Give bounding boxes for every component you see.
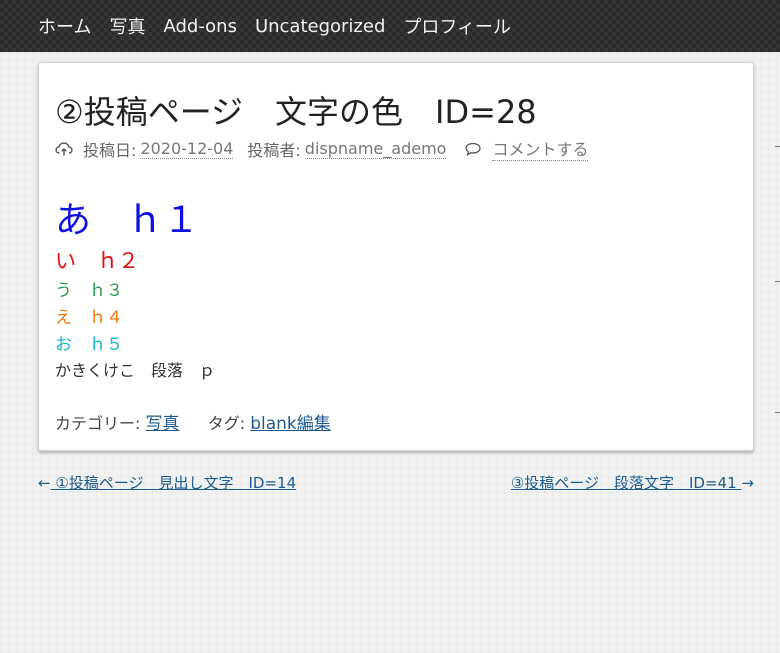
tag-label: タグ: — [207, 414, 246, 433]
post-meta: 投稿日: 2020-12-04 投稿者: dispname_ademo コメント… — [55, 136, 589, 161]
nav-item-uncategorized[interactable]: Uncategorized — [255, 16, 385, 37]
date-label: 投稿日: — [83, 140, 137, 160]
author-label: 投稿者: — [247, 140, 301, 160]
nav-item-photos[interactable]: 写真 — [109, 13, 145, 39]
main-navigation: ホーム 写真 Add-ons Uncategorized プロフィール — [0, 0, 780, 52]
content-paragraph: かきくけこ 段落 ｐ — [55, 361, 216, 380]
category-label: カテゴリー: — [55, 414, 141, 433]
comment-link[interactable]: コメントする — [492, 136, 589, 161]
tag-link[interactable]: blank編集 — [250, 414, 331, 434]
nav-item-profile[interactable]: プロフィール — [403, 13, 511, 39]
content-heading-1: あ ｈ１ — [55, 200, 200, 241]
cloud-upload-icon — [55, 141, 73, 157]
arrow-left-icon: ← — [38, 474, 51, 492]
previous-post-link[interactable]: ← ①投稿ページ 見出し文字 ID=14 — [38, 472, 296, 493]
speech-bubble-icon — [464, 141, 482, 157]
nav-item-addons[interactable]: Add-ons — [163, 16, 236, 37]
arrow-right-icon: → — [741, 474, 754, 492]
next-post-title: ③投稿ページ 段落文字 ID=41 — [510, 474, 737, 492]
edge-mark — [775, 412, 780, 413]
post-title: ②投稿ページ 文字の色 ID=28 — [55, 93, 537, 131]
content-heading-5: お ｈ５ — [55, 335, 123, 355]
author-link[interactable]: dispname_ademo — [304, 139, 447, 159]
nav-item-home[interactable]: ホーム — [38, 13, 91, 39]
content-heading-4: え ｈ４ — [55, 308, 123, 328]
edge-mark — [775, 281, 780, 282]
edge-mark — [775, 146, 780, 147]
next-post-link[interactable]: ③投稿ページ 段落文字 ID=41 → — [511, 472, 754, 493]
category-link[interactable]: 写真 — [146, 414, 180, 434]
post-card: ②投稿ページ 文字の色 ID=28 投稿日: 2020-12-04 投稿者: d… — [38, 62, 754, 451]
post-taxonomy: カテゴリー: 写真 タグ: blank編集 — [55, 409, 331, 434]
content-heading-3: う ｈ３ — [55, 281, 123, 301]
previous-post-title: ①投稿ページ 見出し文字 ID=14 — [55, 474, 297, 492]
post-date-link[interactable]: 2020-12-04 — [140, 139, 234, 159]
content-heading-2: い ｈ２ — [55, 249, 139, 273]
